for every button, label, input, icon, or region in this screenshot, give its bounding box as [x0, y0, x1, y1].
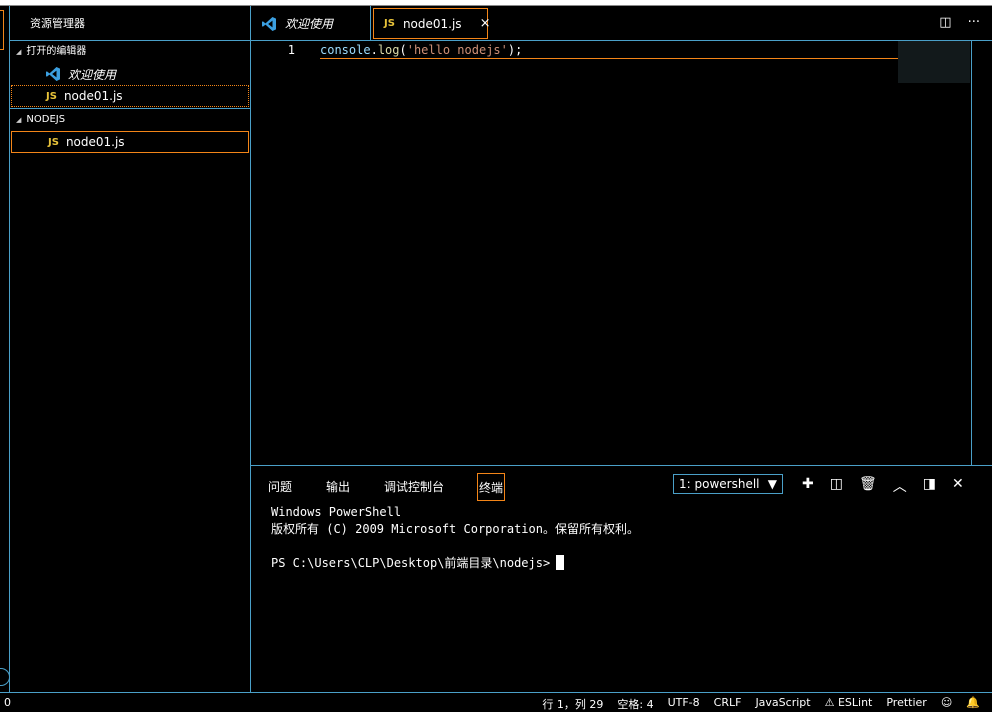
status-problems[interactable]: 0 [4, 696, 11, 709]
tab-label: 欢迎使用 [285, 17, 334, 31]
close-panel-icon[interactable]: ✕ [952, 476, 964, 496]
terminal-prompt: PS C:\Users\CLP\Desktop\前端目录\nodejs> [271, 556, 551, 570]
panel-tab-terminal[interactable]: 终端 [477, 473, 506, 501]
js-file-icon: JS [384, 18, 395, 29]
terminal-line: 版权所有 (C) 2009 Microsoft Corporation。保留所有… [271, 522, 639, 536]
panel-actions: ✚ ◫ 🗑 ︿ ◨ ✕ [802, 476, 964, 496]
panel-tab-debug-console[interactable]: 调试控制台 [367, 473, 461, 501]
status-eslint[interactable]: ⚠ ESLint [825, 696, 873, 712]
line-number: 1 [287, 43, 295, 57]
open-editors-title: 打开的编辑器 [26, 46, 87, 57]
editor-tabs: 欢迎使用 JS node01.js × ◫ ··· [251, 6, 992, 41]
status-problems-count: 0 [4, 696, 11, 709]
explorer-sidebar: 资源管理器 ◢ 打开的编辑器 欢迎使用 JS node01.js ◢ NODEJ… [10, 6, 251, 692]
open-editors-header[interactable]: ◢ 打开的编辑器 [10, 41, 250, 63]
code-token-string: 'hello nodejs' [406, 43, 508, 57]
terminal-line: Windows PowerShell [271, 505, 402, 519]
more-actions-icon[interactable]: ··· [968, 15, 980, 30]
file-label: node01.js [65, 135, 125, 149]
status-right: 行 1，列 29 空格: 4 UTF-8 CRLF JavaScript ⚠ E… [542, 696, 980, 712]
vscode-icon [46, 67, 60, 81]
panel-tabs: 问题 输出 调试控制台 终端 [251, 472, 506, 502]
kill-terminal-icon[interactable]: 🗑 [859, 476, 877, 496]
vscode-icon [262, 16, 276, 31]
code-line[interactable]: console.log('hello nodejs'); [320, 41, 522, 59]
panel-tab-output[interactable]: 输出 [309, 473, 367, 501]
chevron-down-icon: ◢ [16, 48, 22, 56]
status-eol[interactable]: CRLF [714, 696, 742, 712]
activity-accounts-icon[interactable] [0, 668, 10, 686]
maximize-panel-icon[interactable]: ︿ [893, 476, 907, 496]
new-terminal-icon[interactable]: ✚ [802, 476, 814, 496]
folder-header[interactable]: ◢ NODEJS [10, 109, 250, 131]
status-eslint-label: ESLint [837, 696, 873, 709]
code-token-open: ( [399, 43, 407, 57]
terminal-select[interactable]: 1: powershell ▼ [673, 474, 783, 494]
code-token-close: ); [507, 43, 523, 57]
close-icon[interactable]: × [480, 16, 491, 31]
split-terminal-icon[interactable]: ◫ [830, 476, 843, 496]
open-editor-label: 欢迎使用 [68, 67, 117, 82]
warning-icon: ⚠ [824, 696, 835, 709]
code-token-object: console [320, 43, 371, 57]
notifications-bell-icon[interactable]: 🔔 [966, 696, 980, 712]
status-prettier[interactable]: Prettier [886, 696, 926, 712]
dropdown-arrow-icon: ▼ [767, 477, 777, 491]
open-editor-welcome[interactable]: 欢迎使用 [11, 63, 249, 85]
open-editor-label: node01.js [63, 89, 123, 103]
sidebar-title: 资源管理器 [10, 6, 250, 41]
split-editor-icon[interactable]: ◫ [939, 15, 951, 30]
terminal-output[interactable]: Windows PowerShell 版权所有 (C) 2009 Microsof… [271, 504, 639, 572]
tab-welcome[interactable]: 欢迎使用 [251, 6, 371, 41]
js-file-icon: JS [46, 90, 57, 102]
status-language[interactable]: JavaScript [755, 696, 810, 712]
minimap[interactable] [898, 41, 970, 83]
chevron-down-icon: ◢ [16, 116, 22, 124]
folder-title: NODEJS [26, 114, 66, 125]
code-token-function: log [377, 43, 400, 57]
tab-node01[interactable]: JS node01.js × [373, 8, 491, 39]
code-editor[interactable]: 1 console.log('hello nodejs'); [251, 41, 992, 465]
js-file-icon: JS [48, 136, 59, 148]
file-node01[interactable]: JS node01.js [11, 131, 249, 153]
status-bar: 0 行 1，列 29 空格: 4 UTF-8 CRLF JavaScript ⚠… [0, 692, 992, 712]
terminal-select-value: 1: powershell [679, 477, 760, 491]
code-token-dot: . [370, 43, 378, 57]
feedback-icon[interactable]: ☺ [941, 696, 952, 712]
toggle-panel-position-icon[interactable]: ◨ [923, 476, 936, 496]
activity-bar [0, 6, 10, 692]
status-indentation[interactable]: 空格: 4 [617, 696, 653, 712]
editor-actions: ◫ ··· [939, 15, 980, 30]
status-encoding[interactable]: UTF-8 [668, 696, 700, 712]
tab-label: node01.js [402, 16, 462, 31]
terminal-cursor [556, 555, 565, 570]
panel-tab-problems[interactable]: 问题 [251, 473, 309, 501]
activity-explorer-indicator[interactable] [0, 10, 4, 50]
status-cursor-position[interactable]: 行 1，列 29 [542, 696, 603, 712]
vertical-scrollbar[interactable] [971, 41, 972, 465]
terminal-prompt-line: PS C:\Users\CLP\Desktop\前端目录\nodejs> [271, 555, 639, 572]
open-editor-node01[interactable]: JS node01.js [11, 85, 249, 107]
bottom-panel: 问题 输出 调试控制台 终端 1: powershell ▼ ✚ ◫ 🗑 ︿ ◨… [251, 465, 992, 692]
